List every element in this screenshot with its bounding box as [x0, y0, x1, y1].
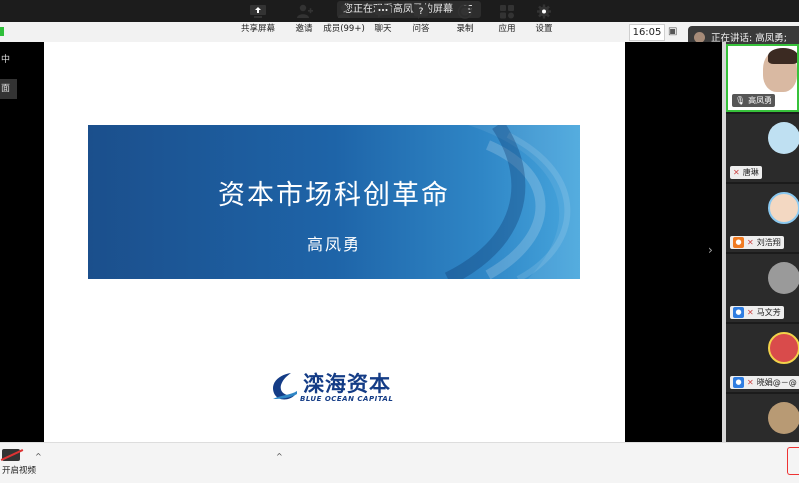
- participant-gallery: 🎙 高凤勇 ✕ 唐琳 ● ✕ 刘浩翔 ● ✕ 马文芳 ● ✕ 晓娟@－@: [726, 42, 799, 462]
- camera-off-icon: [2, 449, 20, 461]
- slide-title: 资本市场科创革命: [218, 180, 450, 211]
- company-logo: 滦海资本 BLUE OCEAN CAPITAL: [269, 368, 404, 408]
- participant-tile[interactable]: ● ✕ 晓娟@－@: [726, 324, 799, 392]
- chat-icon: [375, 5, 391, 18]
- participant-tile[interactable]: ✕ 唐琳: [726, 114, 799, 182]
- participant-name: 晓娟@－@: [756, 378, 797, 387]
- video-options-caret[interactable]: ^: [35, 452, 42, 461]
- microphone-muted-icon: ✕: [733, 168, 740, 177]
- participant-tile[interactable]: ● ✕ 马文芳: [726, 254, 799, 322]
- share-options-caret[interactable]: ^: [276, 452, 283, 461]
- participant-name-bar: ● ✕ 马文芳: [730, 306, 784, 319]
- participant-name: 高凤勇: [748, 96, 773, 105]
- gear-icon: [537, 4, 551, 19]
- slide-banner: 资本市场科创革命 高凤勇: [88, 125, 580, 279]
- screen-margin: [625, 42, 723, 442]
- participant-name-bar: 🎙 高凤勇: [732, 94, 776, 107]
- participant-name: 刘浩翔: [756, 238, 781, 247]
- logo-english-text: BLUE OCEAN CAPITAL: [300, 395, 394, 403]
- qa-button[interactable]: ? 问答: [399, 4, 443, 34]
- participant-avatar: [768, 402, 799, 434]
- chevron-right-icon[interactable]: ›: [708, 243, 713, 257]
- members-label: 成员(99+): [323, 24, 365, 34]
- chat-label: 聊天: [374, 24, 392, 34]
- left-tab-2[interactable]: 面: [0, 79, 17, 99]
- participant-hair: [768, 48, 797, 64]
- settings-label: 设置: [535, 24, 553, 34]
- participant-tile[interactable]: 🎙 高凤勇: [726, 44, 799, 112]
- record-button[interactable]: 录制: [443, 4, 487, 34]
- participant-name-bar: ✕ 唐琳: [730, 166, 762, 179]
- slide-presenter: 高凤勇: [306, 235, 361, 254]
- share-screen-icon: [250, 5, 266, 18]
- microphone-muted-icon: ✕: [747, 378, 754, 387]
- signal-icon: [0, 27, 4, 36]
- user-icon: ●: [733, 237, 744, 248]
- microphone-muted-icon: ✕: [747, 238, 754, 247]
- record-label: 录制: [456, 24, 474, 34]
- svg-text:?: ?: [419, 7, 424, 17]
- participant-name: 马文芳: [756, 308, 781, 317]
- meeting-clock: 16:05: [629, 24, 665, 41]
- meeting-toolbar: [0, 442, 799, 483]
- invite-user-icon: [297, 4, 313, 18]
- start-video-label: 开启视频: [2, 466, 37, 476]
- invite-button[interactable]: 邀请: [282, 4, 326, 34]
- participant-name-bar: ● ✕ 刘浩翔: [730, 236, 784, 249]
- left-panel: [0, 42, 44, 442]
- shared-screen: 资本市场科创革命 高凤勇 滦海资本 BLUE OCEAN CAPITAL: [44, 42, 625, 442]
- participant-avatar: [768, 262, 799, 294]
- share-screen-button[interactable]: 共享屏幕: [236, 4, 280, 34]
- members-button[interactable]: 成员(99+): [322, 4, 366, 34]
- logo-swoosh-icon: [272, 373, 297, 400]
- question-icon: ?: [414, 4, 428, 19]
- view-switch-icon[interactable]: ▣: [668, 24, 688, 39]
- speaker-avatar: [694, 31, 705, 43]
- apps-label: 应用: [498, 24, 516, 34]
- participant-avatar: [768, 122, 799, 154]
- apps-grid-icon: [500, 5, 514, 19]
- left-tab-1[interactable]: 中: [0, 50, 17, 70]
- invite-label: 邀请: [295, 24, 313, 34]
- participant-name-bar: ● ✕ 晓娟@－@: [730, 376, 799, 389]
- leave-meeting-button[interactable]: [787, 447, 799, 475]
- participant-avatar: [768, 192, 799, 224]
- user-icon: ●: [733, 307, 744, 318]
- record-icon: [457, 4, 473, 19]
- share-screen-label: 共享屏幕: [240, 24, 275, 34]
- user-icon: ●: [733, 377, 744, 388]
- microphone-icon: 🎙: [735, 96, 746, 105]
- participant-name: 唐琳: [742, 168, 759, 177]
- qa-label: 问答: [412, 24, 430, 34]
- participant-avatar: [768, 332, 799, 364]
- settings-button[interactable]: 设置: [522, 4, 566, 34]
- participant-tile[interactable]: ● ✕ 刘浩翔: [726, 184, 799, 252]
- logo-chinese-text: 滦海资本: [303, 372, 391, 396]
- microphone-muted-icon: ✕: [747, 308, 754, 317]
- members-icon: [338, 4, 350, 18]
